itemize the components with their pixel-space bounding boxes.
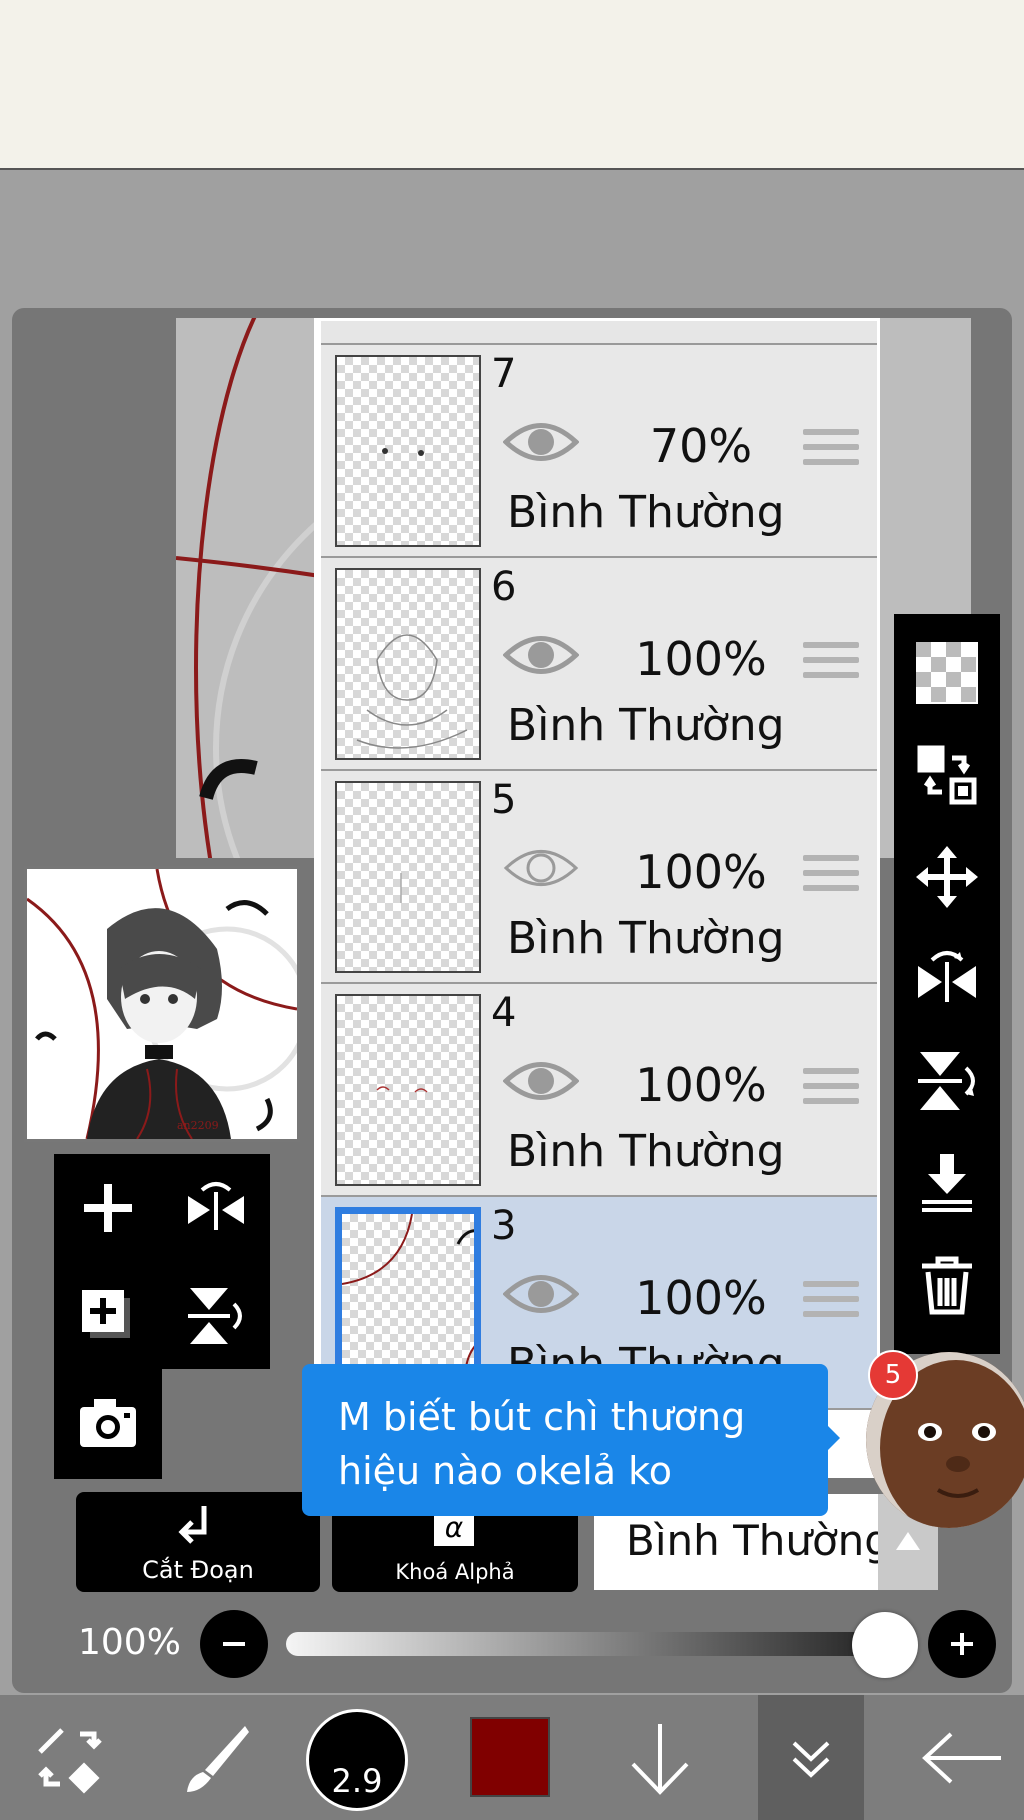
brush-size-value: 2.9 xyxy=(331,1762,383,1800)
blend-mode-value: Bình Thường xyxy=(626,1516,891,1565)
transparency-icon[interactable] xyxy=(908,634,986,712)
clipping-button[interactable]: Cắt Đoạn xyxy=(76,1492,320,1592)
top-bar xyxy=(0,0,1024,170)
bottom-toolbar: 2.9 xyxy=(0,1695,1024,1820)
collapse-panel-icon[interactable] xyxy=(758,1695,864,1820)
chat-bubble[interactable]: M biết bút chì thương hiệu nào okelả ko xyxy=(302,1364,828,1516)
layer-thumbnail xyxy=(335,568,481,760)
drag-handle-icon[interactable] xyxy=(803,1068,859,1108)
layer-opacity[interactable]: 100% xyxy=(621,632,781,686)
minus-icon xyxy=(223,1642,245,1646)
opacity-decrease-button[interactable] xyxy=(200,1610,268,1678)
notification-badge: 5 xyxy=(868,1350,918,1400)
clipping-label: Cắt Đoạn xyxy=(142,1556,254,1584)
eye-icon[interactable] xyxy=(503,630,579,680)
opacity-slider[interactable] xyxy=(286,1632,886,1656)
flip-layer-vertical-icon[interactable] xyxy=(176,1276,256,1356)
brush-icon[interactable] xyxy=(150,1695,280,1820)
duplicate-layer-icon[interactable] xyxy=(68,1276,148,1356)
layer-tools-column xyxy=(894,614,1000,1354)
eye-icon[interactable] xyxy=(503,1056,579,1106)
layer-number: 6 xyxy=(491,564,517,610)
arrow-down-icon[interactable] xyxy=(610,1695,710,1820)
layer-item-7[interactable]: 7 70% Bình Thường xyxy=(321,345,877,558)
eye-hidden-icon[interactable] xyxy=(503,843,579,893)
drag-handle-icon[interactable] xyxy=(803,1281,859,1321)
canvas-preview[interactable]: an2209 xyxy=(24,866,300,1142)
layer-blend-mode: Bình Thường xyxy=(507,487,785,538)
layer-opacity[interactable]: 100% xyxy=(621,1271,781,1325)
flip-vertical-icon[interactable] xyxy=(908,1042,986,1120)
opacity-increase-button[interactable] xyxy=(928,1610,996,1678)
layer-number: 7 xyxy=(491,351,517,397)
swap-layers-icon[interactable] xyxy=(908,736,986,814)
drag-handle-icon[interactable] xyxy=(803,855,859,895)
layers-list[interactable]: 7 70% Bình Thường 6 100% Bình Thường 5 1… xyxy=(314,318,880,1478)
camera-icon[interactable] xyxy=(68,1383,148,1463)
layer-actions-block-lower xyxy=(54,1369,162,1479)
chat-bubble-tail xyxy=(826,1424,840,1452)
opacity-slider-handle[interactable] xyxy=(852,1612,918,1678)
eye-icon[interactable] xyxy=(503,1269,579,1319)
layer-thumbnail xyxy=(335,994,481,1186)
triangle-up-icon xyxy=(896,1532,920,1550)
layer-thumbnail xyxy=(335,355,481,547)
layer-partial xyxy=(321,321,877,345)
drag-handle-icon[interactable] xyxy=(803,642,859,682)
layer-opacity[interactable]: 70% xyxy=(621,419,781,473)
layer-thumbnail xyxy=(335,781,481,973)
eye-icon[interactable] xyxy=(503,417,579,467)
plus-icon xyxy=(951,1633,973,1655)
layer-item-5[interactable]: 5 100% Bình Thường xyxy=(321,771,877,984)
add-layer-icon[interactable] xyxy=(68,1168,148,1248)
trash-icon[interactable] xyxy=(908,1246,986,1324)
preview-signature: an2209 xyxy=(177,1119,219,1132)
layer-opacity[interactable]: 100% xyxy=(621,845,781,899)
clipping-arrow-icon xyxy=(178,1506,207,1544)
merge-down-icon[interactable] xyxy=(908,1144,986,1222)
alpha-lock-label: Khoá Alphả xyxy=(395,1560,515,1584)
brush-size-button[interactable]: 2.9 xyxy=(306,1709,408,1811)
layer-number: 4 xyxy=(491,990,517,1036)
layer-item-4[interactable]: 4 100% Bình Thường xyxy=(321,984,877,1197)
layer-item-6[interactable]: 6 100% Bình Thường xyxy=(321,558,877,771)
layer-blend-mode: Bình Thường xyxy=(507,913,785,964)
arrow-back-icon[interactable] xyxy=(900,1695,1024,1820)
layer-blend-mode: Bình Thường xyxy=(507,1126,785,1177)
layer-opacity[interactable]: 100% xyxy=(621,1058,781,1112)
move-icon[interactable] xyxy=(908,838,986,916)
flip-layer-horizontal-icon[interactable] xyxy=(176,1168,256,1248)
layer-actions-block xyxy=(54,1154,270,1369)
flip-horizontal-icon[interactable] xyxy=(908,940,986,1018)
pen-eraser-toggle-icon[interactable] xyxy=(0,1695,140,1820)
drag-handle-icon[interactable] xyxy=(803,429,859,469)
layer-number: 5 xyxy=(491,777,517,823)
layer-blend-mode: Bình Thường xyxy=(507,700,785,751)
layer-number: 3 xyxy=(491,1203,517,1249)
chat-message: M biết bút chì thương hiệu nào okelả ko xyxy=(338,1395,746,1493)
color-swatch[interactable] xyxy=(470,1717,550,1797)
opacity-label: 100% xyxy=(78,1622,181,1663)
